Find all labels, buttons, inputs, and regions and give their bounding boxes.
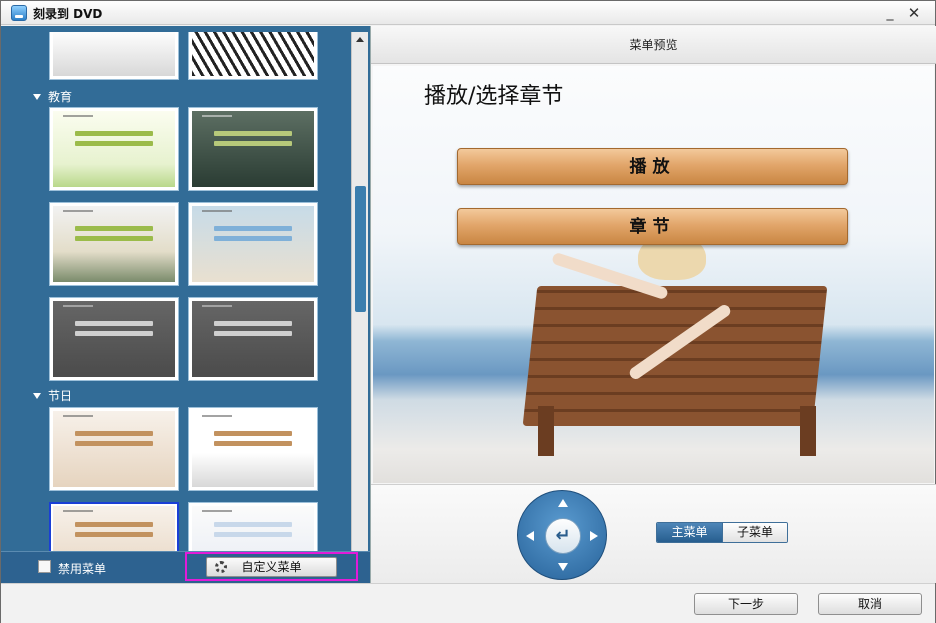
arrow-right-icon[interactable] [590,531,598,541]
template-thumbnail[interactable] [49,107,179,191]
template-thumbnail[interactable] [188,32,318,80]
tab-main-menu[interactable]: 主菜单 [657,523,722,542]
beach-chair-image [522,234,830,456]
menu-level-tabs: 主菜单 子菜单 [656,522,788,543]
disable-menu-label: 禁用菜单 [58,562,107,576]
template-thumbnail[interactable] [49,297,179,381]
custom-menu-button[interactable]: 自定义菜单 [206,557,337,577]
disable-menu-checkbox[interactable] [38,560,51,573]
cancel-button[interactable]: 取消 [818,593,922,615]
dvd-burn-window: 刻录到 DVD _ ✕ 教育 节日 禁用菜单 自定义菜单 菜单预览 播放/选择章… [0,0,936,623]
enter-icon[interactable]: ↵ [545,518,581,554]
template-list: 教育 节日 [1,32,351,574]
gear-icon [215,561,227,573]
preview-controls: ↵ 主菜单 子菜单 [371,484,936,583]
preview-panel: 菜单预览 播放/选择章节 播放 章节 ↵ 主菜单 子菜单 [370,26,936,583]
template-options-bar: 禁用菜单 自定义菜单 [1,551,370,583]
section-header-holiday[interactable]: 节日 [33,387,72,404]
footer-bar: 下一步 取消 [1,583,935,623]
title-bar: 刻录到 DVD _ ✕ [1,1,935,25]
navigation-dpad[interactable]: ↵ [517,490,607,580]
menu-preview: 播放/选择章节 播放 章节 [373,66,934,483]
section-header-education[interactable]: 教育 [33,88,72,105]
template-panel: 教育 节日 禁用菜单 自定义菜单 [1,26,370,583]
template-thumbnail[interactable] [49,32,179,80]
template-thumbnail[interactable] [188,297,318,381]
tab-sub-menu[interactable]: 子菜单 [722,523,787,542]
template-thumbnail[interactable] [188,202,318,286]
disc-icon [11,5,27,21]
template-thumbnail[interactable] [49,202,179,286]
chapters-menu-button[interactable]: 章节 [457,208,848,245]
template-scrollbar[interactable] [351,32,368,574]
template-thumbnail[interactable] [49,407,179,491]
collapse-triangle-icon [33,94,41,100]
preview-title: 播放/选择章节 [424,84,564,109]
preview-header: 菜单预览 [371,26,936,64]
scroll-up-icon[interactable] [356,37,364,42]
close-button[interactable]: ✕ [905,4,923,22]
template-thumbnail[interactable] [188,107,318,191]
minimize-button[interactable]: _ [881,4,899,22]
template-thumbnail[interactable] [188,407,318,491]
play-menu-button[interactable]: 播放 [457,148,848,185]
arrow-left-icon[interactable] [526,531,534,541]
collapse-triangle-icon [33,393,41,399]
arrow-down-icon[interactable] [558,563,568,571]
scroll-thumb[interactable] [355,186,366,312]
arrow-up-icon[interactable] [558,499,568,507]
next-button[interactable]: 下一步 [694,593,798,615]
window-title: 刻录到 DVD [33,7,103,21]
